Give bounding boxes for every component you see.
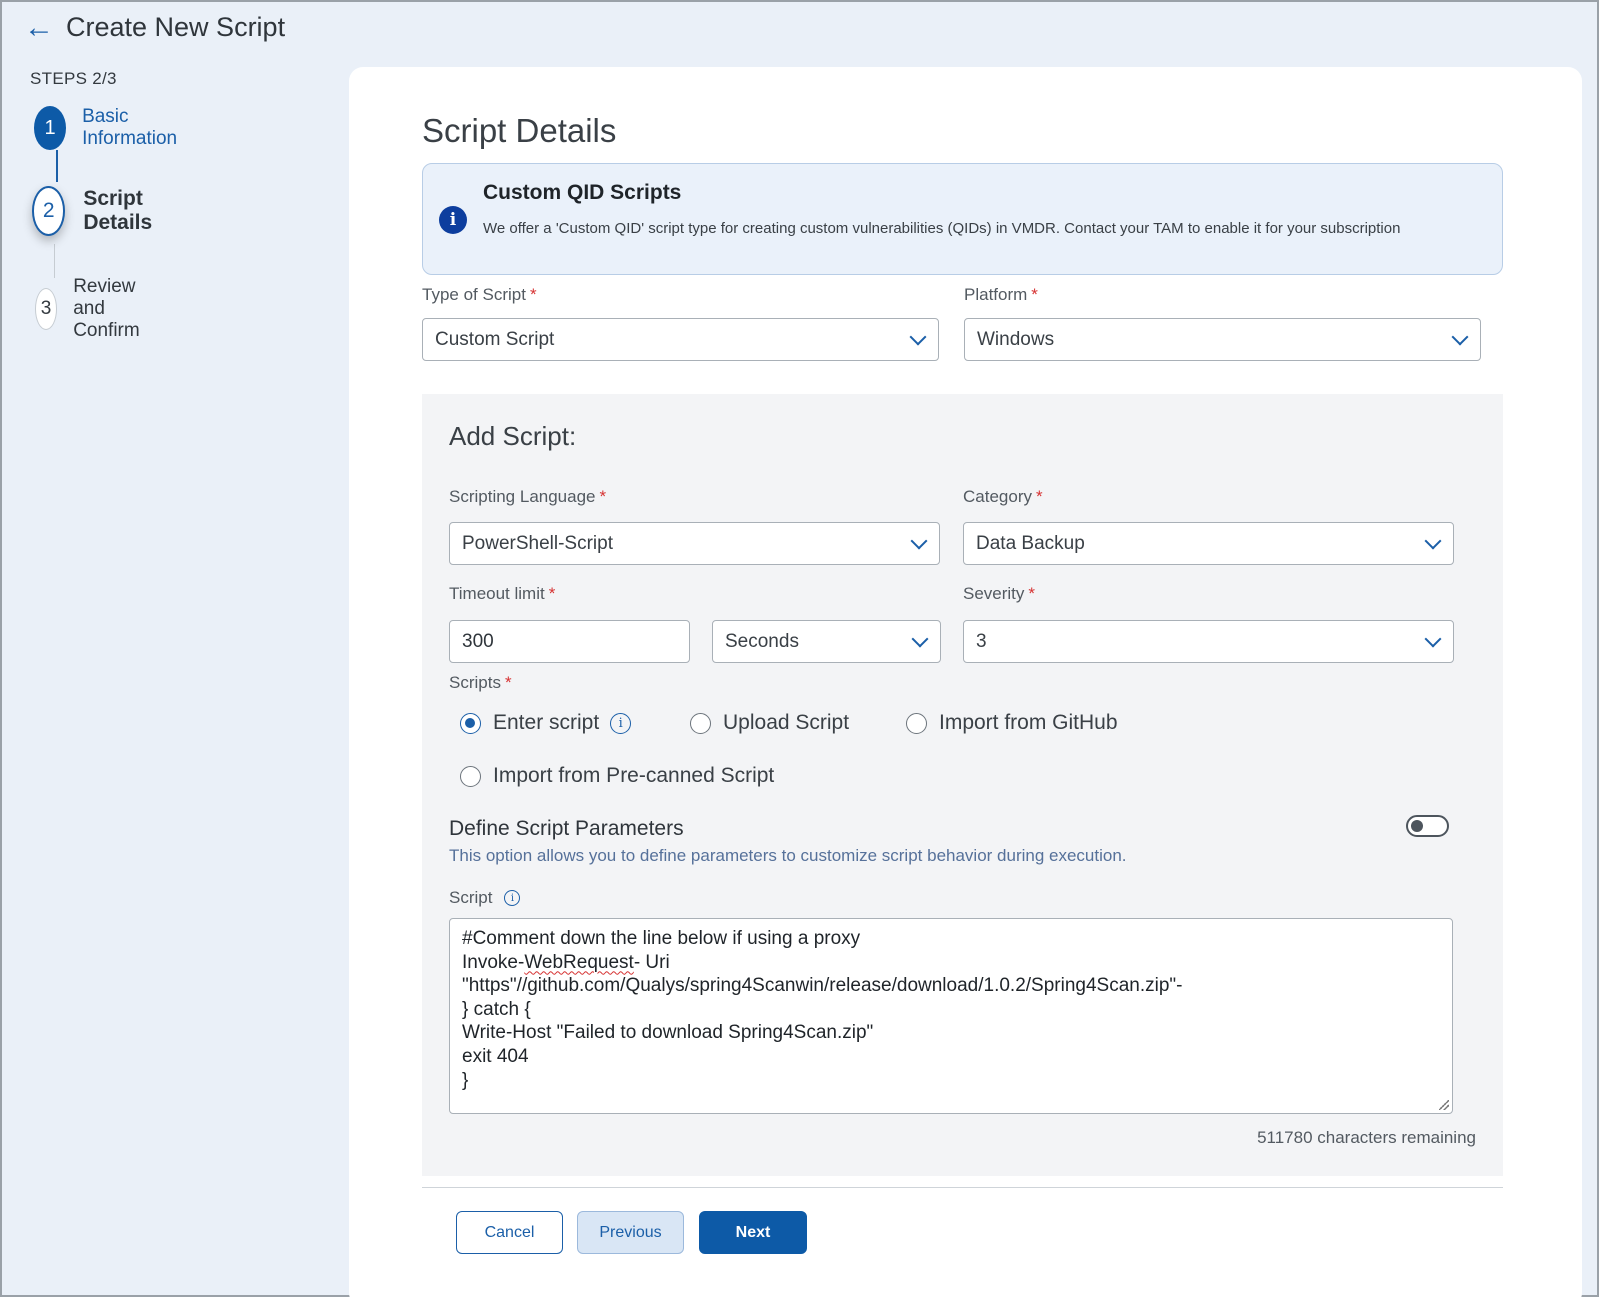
radio-button-selected[interactable]	[460, 712, 481, 734]
category-value: Data Backup	[976, 532, 1085, 554]
step-number: 3	[35, 288, 58, 330]
step-script-details[interactable]: 2 Script Details	[32, 186, 169, 236]
chevron-down-icon	[1451, 331, 1469, 349]
page-header: ← Create New Script	[24, 12, 285, 43]
type-of-script-value: Custom Script	[435, 328, 555, 350]
step-connector	[56, 150, 58, 182]
arrow-left-icon[interactable]: ←	[24, 12, 54, 43]
chevron-down-icon	[911, 633, 929, 651]
timeout-input[interactable]: 300	[449, 620, 690, 663]
info-icon[interactable]: i	[610, 712, 632, 734]
add-script-panel: Add Script: Scripting Language * PowerShe…	[422, 394, 1503, 1176]
radio-label: Import from GitHub	[939, 711, 1118, 734]
add-script-title: Add Script:	[449, 421, 577, 451]
main-card: Script Details i Custom QID Scripts We o…	[349, 67, 1582, 1297]
step-number: 2	[32, 186, 66, 236]
chevron-down-icon	[1424, 535, 1442, 553]
script-line: "https"//github.com/Qualys/spring4Scanwi…	[462, 975, 1183, 997]
step-label: Review and Confirm	[73, 276, 140, 341]
chevron-down-icon	[1424, 633, 1442, 651]
info-body: We offer a 'Custom QID' script type for …	[483, 220, 1401, 237]
chevron-down-icon	[909, 331, 927, 349]
radio-import-github[interactable]: Import from GitHub	[906, 711, 1118, 735]
info-icon[interactable]: i	[504, 890, 521, 906]
timeout-label: Timeout limit *	[449, 584, 556, 603]
required-mark: *	[548, 584, 556, 603]
info-icon: i	[439, 206, 467, 234]
required-mark: *	[504, 673, 512, 692]
required-mark: *	[1031, 285, 1038, 304]
platform-select[interactable]: Windows	[964, 318, 1481, 361]
radio-button[interactable]	[460, 765, 481, 787]
severity-select[interactable]: 3	[963, 620, 1454, 663]
script-editor[interactable]: #Comment down the line below if using a …	[449, 918, 1453, 1114]
define-parameters-toggle[interactable]	[1406, 815, 1449, 837]
required-mark: *	[1035, 487, 1043, 506]
cancel-button[interactable]: Cancel	[456, 1211, 563, 1254]
radio-button[interactable]	[690, 712, 711, 734]
step-label: Basic Information	[82, 106, 178, 149]
timeout-unit-select[interactable]: Seconds	[712, 620, 941, 663]
category-select[interactable]: Data Backup	[963, 522, 1454, 565]
radio-enter-script[interactable]: Enter script i	[460, 711, 632, 735]
category-label: Category *	[963, 487, 1043, 506]
radio-label: Import from Pre-canned Script	[493, 764, 775, 787]
next-button[interactable]: Next	[699, 1211, 807, 1254]
steps-counter: STEPS 2/3	[30, 69, 117, 88]
script-line: Invoke-	[462, 951, 525, 973]
severity-value: 3	[976, 630, 987, 652]
script-line: Write-Host "Failed to download Spring4Sc…	[462, 1022, 874, 1044]
info-title: Custom QID Scripts	[483, 181, 682, 204]
step-connector	[54, 244, 55, 278]
step-number: 1	[34, 106, 67, 150]
step-review-and-confirm[interactable]: 3 Review and Confirm	[35, 276, 160, 342]
script-line: } catch {	[462, 998, 531, 1020]
footer-divider	[422, 1187, 1503, 1188]
previous-button[interactable]: Previous	[577, 1211, 684, 1254]
script-line: }	[462, 1069, 469, 1091]
step-label: Script Details	[83, 187, 153, 234]
script-line: - Uri	[633, 951, 670, 973]
type-of-script-label: Type of Script *	[422, 285, 537, 304]
scripting-language-label: Scripting Language *	[449, 487, 607, 506]
define-parameters-description: This option allows you to define paramet…	[449, 846, 1127, 865]
scripting-language-select[interactable]: PowerShell-Script	[449, 522, 940, 565]
radio-button[interactable]	[906, 712, 927, 734]
required-mark: *	[1028, 584, 1036, 603]
define-parameters-title: Define Script Parameters	[449, 817, 684, 840]
radio-label: Enter script	[493, 711, 600, 734]
page-title: Create New Script	[66, 12, 286, 42]
info-banner: i Custom QID Scripts We offer a 'Custom …	[422, 163, 1503, 275]
required-mark: *	[529, 285, 537, 304]
characters-remaining: 511780 characters remaining	[1257, 1128, 1476, 1147]
type-of-script-select[interactable]: Custom Script	[422, 318, 939, 361]
spellcheck-word: WebRequest	[524, 951, 634, 973]
radio-import-precanned[interactable]: Import from Pre-canned Script	[460, 764, 774, 788]
section-title: Script Details	[422, 112, 617, 149]
platform-value: Windows	[977, 328, 1055, 350]
timeout-unit-value: Seconds	[725, 630, 799, 652]
required-mark: *	[599, 487, 607, 506]
platform-label: Platform *	[964, 285, 1038, 304]
severity-label: Severity *	[963, 584, 1036, 603]
scripts-label: Scripts *	[449, 673, 512, 692]
radio-label: Upload Script	[723, 711, 850, 734]
scripting-language-value: PowerShell-Script	[462, 532, 613, 554]
chevron-down-icon	[910, 535, 928, 553]
script-line: exit 404	[462, 1045, 529, 1067]
radio-upload-script[interactable]: Upload Script	[690, 711, 849, 735]
step-basic-information[interactable]: 1 Basic Information	[34, 106, 189, 150]
script-line: #Comment down the line below if using a …	[462, 928, 861, 949]
resize-handle[interactable]	[1439, 1100, 1449, 1110]
script-label: Script i	[449, 888, 521, 908]
